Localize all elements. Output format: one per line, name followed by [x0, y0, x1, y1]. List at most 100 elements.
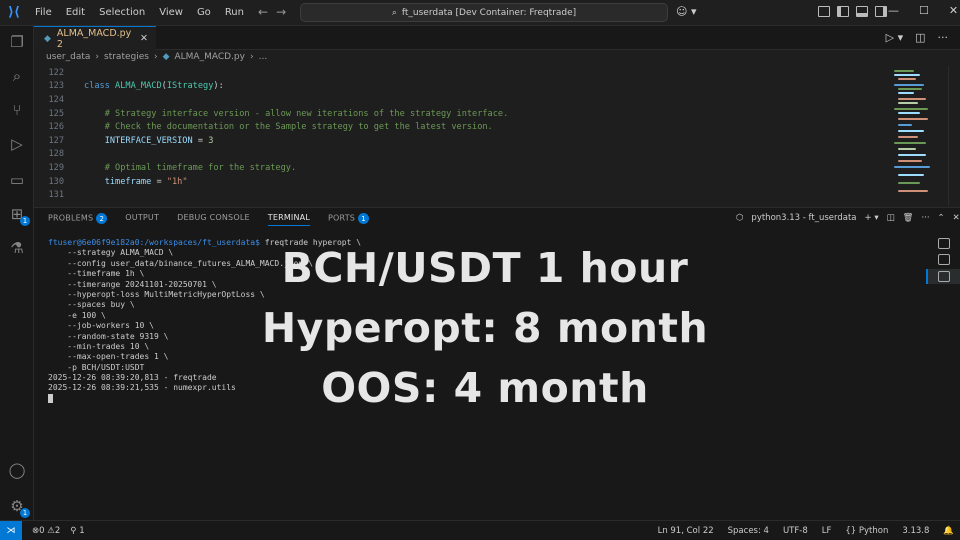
terminal-list [926, 234, 960, 294]
braces-icon: {} [845, 526, 859, 536]
encoding[interactable]: UTF-8 [783, 526, 808, 536]
tab-ports-label: PORTS [328, 213, 356, 223]
code-editor[interactable]: 122 123 class ALMA_MACD(IStrategy): 124 1… [34, 66, 890, 206]
extensions-icon[interactable]: ⊞ 1 [7, 204, 30, 226]
back-arrow-icon[interactable]: ← [258, 5, 268, 19]
status-bar: ⋊ ⊗0 ⚠2 ⚲ 1 Ln 91, Col 22 Spaces: 4 UTF-… [0, 520, 960, 540]
close-panel-icon[interactable]: ✕ [953, 213, 960, 223]
tab-problems[interactable]: PROBLEMS 2 [48, 213, 108, 226]
accounts-icon[interactable]: ◯ [7, 460, 27, 480]
tab-alma-macd[interactable]: ◆ ALMA_MACD.py 2 ✕ [34, 26, 156, 50]
minimap[interactable] [890, 66, 946, 206]
kill-terminal-icon[interactable]: 🗑 [903, 213, 914, 223]
terminal-name[interactable]: python3.13 - ft_userdata [751, 213, 856, 223]
ports-status[interactable]: ⚲ 1 [70, 526, 84, 536]
menu-selection[interactable]: Selection [92, 7, 152, 18]
indentation[interactable]: Spaces: 4 [728, 526, 769, 536]
more-actions-icon[interactable]: ··· [938, 31, 949, 44]
testing-icon[interactable]: ⚗ [7, 238, 27, 258]
tab-output[interactable]: OUTPUT [125, 213, 159, 226]
split-editor-icon[interactable]: ◫ [915, 31, 925, 44]
menu-edit[interactable]: Edit [59, 7, 92, 18]
menu-go[interactable]: Go [190, 7, 218, 18]
chevron-right-icon: › [95, 52, 100, 62]
editor-scrollbar[interactable] [948, 66, 958, 206]
breadcrumb-file[interactable]: ALMA_MACD.py [175, 52, 245, 62]
remote-explorer-icon[interactable]: ▭ [7, 170, 27, 190]
terminal-instance-icon[interactable] [938, 254, 950, 265]
terminal-instance-icon[interactable] [938, 271, 950, 282]
title-bar: ⟩⟨ File Edit Selection View Go Run ← → ⌕… [0, 0, 960, 26]
tab-terminal[interactable]: TERMINAL [267, 213, 311, 226]
menu-file[interactable]: File [28, 7, 59, 18]
line-number: 125 [48, 108, 64, 119]
forward-arrow-icon[interactable]: → [276, 5, 286, 19]
toggle-primary-sidebar-icon[interactable] [837, 6, 849, 17]
video-caption-overlay: BCH/USDT 1 hour Hyperopt: 8 month OOS: 4… [180, 238, 790, 428]
python-version[interactable]: 3.13.8 [902, 526, 929, 536]
more-actions-icon[interactable]: ··· [921, 213, 929, 223]
close-tab-icon[interactable]: ✕ [140, 33, 148, 44]
split-terminal-icon[interactable]: ◫ [887, 213, 895, 223]
tab-ports[interactable]: PORTS 1 [328, 213, 370, 226]
toggle-secondary-sidebar-icon[interactable] [875, 6, 887, 17]
layout-customize-icon[interactable] [818, 6, 830, 17]
maximize-icon[interactable]: ☐ [919, 4, 929, 17]
tab-debug-console[interactable]: DEBUG CONSOLE [177, 213, 250, 226]
new-terminal-icon[interactable]: + ▾ [865, 213, 879, 223]
manage-gear-icon[interactable]: ⚙ 1 [7, 496, 30, 518]
chevron-right-icon: › [153, 52, 158, 62]
line-number: 129 [48, 162, 64, 173]
end-of-line[interactable]: LF [822, 526, 832, 536]
problems-count-badge: 2 [96, 213, 108, 224]
close-window-icon[interactable]: ✕ [949, 4, 958, 17]
problems-status[interactable]: ⊗0 ⚠2 [32, 526, 60, 536]
breadcrumb-folder-userdata[interactable]: user_data [46, 52, 90, 62]
code-text: class ALMA_MACD(IStrategy): [84, 81, 224, 92]
terminal-instance-icon[interactable] [938, 238, 950, 249]
breadcrumb-folder-strategies[interactable]: strategies [104, 52, 149, 62]
code-text: timeframe = "1h" [104, 176, 188, 187]
breadcrumb-symbol[interactable]: ... [259, 52, 268, 62]
remote-indicator-icon[interactable]: ⋊ [0, 521, 22, 540]
copilot-icon[interactable]: ☺ ▾ [676, 5, 697, 18]
panel-tabs: PROBLEMS 2 OUTPUT DEBUG CONSOLE TERMINAL … [48, 213, 370, 226]
language-label: Python [858, 526, 889, 536]
code-line: 130 timeframe = "1h" [34, 175, 890, 189]
notifications-bell-icon[interactable]: 🔔 [943, 526, 954, 536]
explorer-icon[interactable]: ❐ [7, 32, 27, 52]
line-number: 128 [48, 149, 64, 160]
caption-line-pair: BCH/USDT 1 hour [281, 244, 689, 292]
settings-badge: 1 [20, 508, 30, 518]
command-center-search[interactable]: ⌕ ft_userdata [Dev Container: Freqtrade] [300, 3, 668, 22]
caption-line-hyperopt: Hyperopt: 8 month [261, 304, 709, 352]
maximize-panel-icon[interactable]: ⌃ [938, 213, 945, 223]
menu-run[interactable]: Run [218, 7, 251, 18]
python-terminal-icon: ⬡ [736, 213, 744, 223]
command-center-label: ft_userdata [Dev Container: Freqtrade] [401, 7, 577, 18]
search-icon: ⌕ [391, 7, 397, 18]
language-mode[interactable]: {} Python [845, 526, 888, 536]
menu-bar: File Edit Selection View Go Run [28, 7, 251, 18]
search-view-icon[interactable]: ⌕ [7, 66, 27, 86]
code-line: 131 [34, 188, 890, 202]
toggle-panel-icon[interactable] [856, 6, 868, 17]
line-number: 124 [48, 94, 64, 105]
editor-tab-bar: ◆ ALMA_MACD.py 2 ✕ ▷ ▾ ◫ ··· [34, 26, 960, 50]
ports-count-badge: 1 [358, 213, 370, 224]
vscode-logo-icon: ⟩⟨ [8, 5, 20, 20]
cursor-position[interactable]: Ln 91, Col 22 [658, 526, 714, 536]
breadcrumb: user_data › strategies › ◆ ALMA_MACD.py … [46, 52, 267, 62]
run-python-icon[interactable]: ▷ ▾ [886, 31, 903, 44]
code-line: 124 [34, 93, 890, 107]
ports-icon: ⚲ [70, 526, 80, 536]
code-line: 128 [34, 148, 890, 162]
code-text: INTERFACE_VERSION = 3 [104, 135, 214, 146]
minimize-icon[interactable]: — [888, 4, 899, 17]
code-comment: # Strategy interface version - allow new… [84, 108, 509, 119]
source-control-icon[interactable]: ⑂ [7, 100, 27, 120]
menu-view[interactable]: View [152, 7, 190, 18]
python-file-icon: ◆ [44, 33, 51, 44]
run-debug-icon[interactable]: ▷ [7, 134, 27, 154]
tab-problems-label: PROBLEMS [48, 213, 94, 223]
